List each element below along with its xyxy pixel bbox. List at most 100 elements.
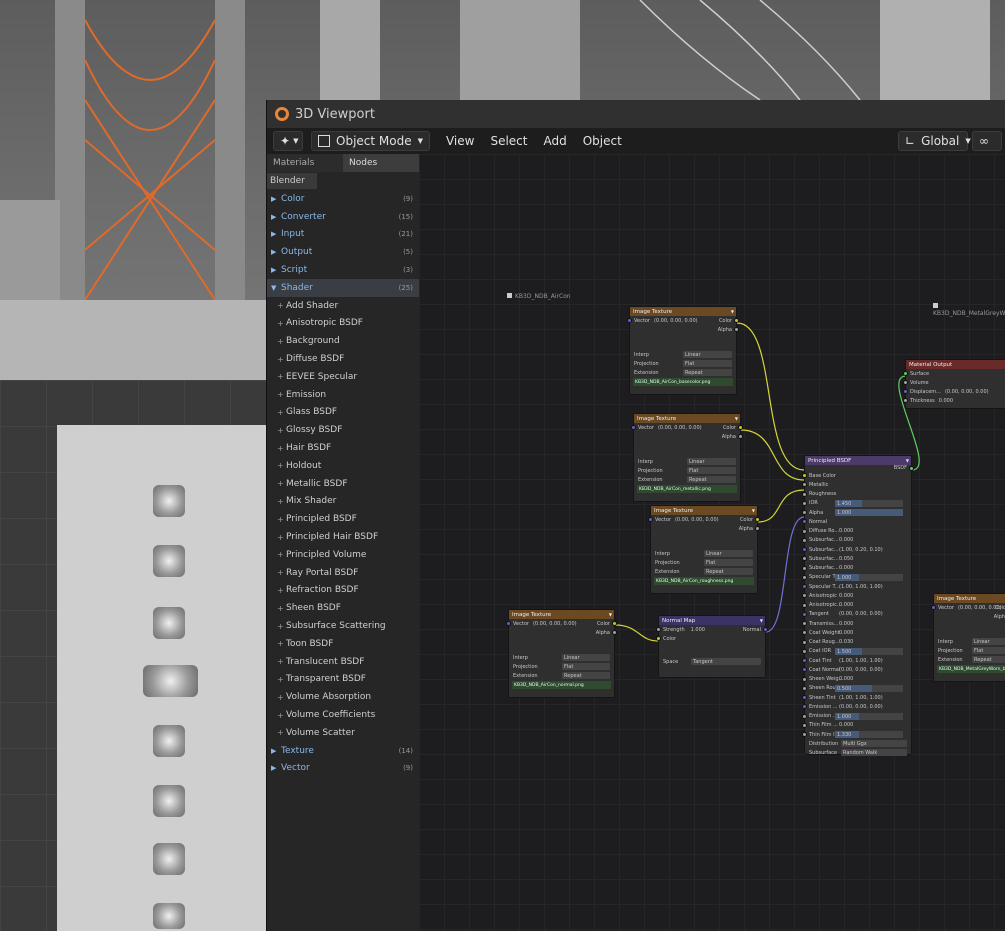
value-slider[interactable]: 1.330 — [835, 731, 903, 739]
value-slider[interactable]: 0.500 — [835, 684, 903, 692]
category-script[interactable]: ▶ Script (3) — [267, 261, 419, 279]
output-socket[interactable] — [612, 621, 617, 626]
shader-item[interactable]: + Diffuse BSDF — [267, 350, 419, 368]
image-file-name[interactable]: KB3D_NDB_AirCon_roughness.png — [654, 577, 754, 585]
shader-item[interactable]: + Volume Absorption — [267, 688, 419, 706]
dropdown-field[interactable]: Repeat — [687, 476, 736, 483]
shader-item[interactable]: + Translucent BSDF — [267, 653, 419, 671]
image-file-name[interactable]: KB3D_NDB_AirCon_normal.png — [512, 681, 611, 689]
shader-item[interactable]: + Anisotropic BSDF — [267, 315, 419, 333]
output-socket[interactable] — [738, 434, 743, 439]
input-socket[interactable] — [802, 500, 807, 506]
input-socket[interactable] — [802, 630, 807, 636]
value-slider[interactable]: 1.000 — [835, 509, 903, 517]
dropdown-field[interactable]: Linear — [972, 638, 1005, 645]
normal-map-node[interactable]: Normal Map ▼ Strength 1.000 Normal Color… — [656, 615, 768, 678]
input-socket[interactable] — [802, 537, 807, 543]
shader-item[interactable]: + Toon BSDF — [267, 635, 419, 653]
input-socket[interactable] — [802, 658, 807, 663]
shader-item[interactable]: + Add Shader — [267, 297, 419, 315]
row-value[interactable]: (1.00, 1.00, 1.00) — [839, 584, 883, 590]
row-value[interactable]: (1.00, 1.00, 1.00) — [839, 658, 883, 664]
shader-item[interactable]: + Background — [267, 332, 419, 350]
category-output[interactable]: ▶ Output (5) — [267, 243, 419, 261]
image-texture-node[interactable]: Image Texture▼Vector(0.00, 0.00, 0.00)Co… — [506, 609, 617, 698]
input-socket[interactable] — [656, 636, 661, 641]
dropdown-field[interactable]: Flat — [687, 467, 736, 474]
input-socket[interactable] — [802, 713, 807, 719]
input-socket[interactable] — [802, 722, 807, 728]
input-socket[interactable] — [802, 519, 807, 525]
pivot-dropdown[interactable]: ∞ — [972, 131, 1002, 151]
image-file-name[interactable]: KB3D_NDB_AirCon_metallic.png — [637, 485, 737, 493]
category-color[interactable]: ▶ Color (9) — [267, 190, 419, 208]
input-socket[interactable] — [903, 371, 908, 376]
dropdown-field[interactable]: Repeat — [683, 369, 732, 376]
input-socket[interactable] — [903, 398, 908, 403]
image-texture-node[interactable]: Image Texture▼Vector(0.00, 0.00, 0.00)Co… — [648, 505, 760, 594]
input-socket[interactable] — [648, 517, 653, 522]
output-socket[interactable] — [738, 425, 743, 430]
input-socket[interactable] — [506, 621, 511, 626]
dropdown-field[interactable]: Linear — [687, 458, 736, 465]
value-slider[interactable]: 1.500 — [835, 647, 903, 655]
dropdown-field[interactable]: Repeat — [562, 672, 610, 679]
input-socket[interactable] — [802, 528, 807, 534]
asset-thumbnail[interactable] — [153, 607, 185, 639]
row-value[interactable]: 0.000 — [839, 602, 853, 608]
input-socket[interactable] — [802, 565, 807, 571]
dropdown-field[interactable]: Flat — [972, 647, 1005, 654]
output-socket[interactable] — [763, 627, 768, 632]
row-value[interactable]: (0.00, 0.00, 0.00) — [839, 704, 883, 710]
dropdown-field[interactable]: Flat — [704, 559, 753, 566]
input-socket[interactable] — [802, 547, 807, 552]
input-socket[interactable] — [931, 605, 936, 610]
asset-thumbnail[interactable] — [153, 485, 185, 517]
output-socket[interactable] — [612, 630, 617, 635]
input-socket[interactable] — [802, 695, 807, 700]
value-slider[interactable]: 1.000 — [835, 712, 903, 720]
input-socket[interactable] — [656, 627, 661, 632]
node-canvas[interactable]: KB3D_NDB_AirCon KB3D_NDB_MetalGreyW Imag… — [419, 154, 1005, 931]
value-slider[interactable]: 1.450 — [835, 499, 903, 507]
input-socket[interactable] — [631, 425, 636, 430]
row-value[interactable]: 0.000 — [839, 630, 853, 636]
category-shader[interactable]: ▼ Shader (25) — [267, 278, 419, 297]
input-socket[interactable] — [802, 574, 807, 580]
row-value[interactable]: 0.000 — [839, 621, 853, 627]
principled-bsdf-node[interactable]: Principled BSDF ▼ BSDF Base Color Metalli… — [802, 455, 914, 757]
input-socket[interactable] — [802, 685, 807, 691]
dropdown-field[interactable]: Flat — [562, 663, 610, 670]
dropdown-field[interactable]: Repeat — [704, 568, 753, 575]
asset-thumbnail[interactable] — [153, 785, 185, 817]
input-socket[interactable] — [802, 510, 807, 515]
row-value[interactable]: 0.030 — [839, 639, 853, 645]
row-value[interactable]: 0.000 — [839, 528, 853, 534]
image-file-name[interactable]: KB3D_NDB_MetalGreyWorn_b — [937, 665, 1005, 673]
shader-item[interactable]: + Principled Volume — [267, 546, 419, 564]
dropdown-field[interactable]: Linear — [704, 550, 753, 557]
input-socket[interactable] — [802, 491, 807, 497]
row-value[interactable]: 1.000 — [691, 627, 705, 633]
input-socket[interactable] — [802, 602, 807, 608]
category-texture[interactable]: ▶ Texture (14) — [267, 742, 419, 760]
window-titlebar[interactable]: 3D Viewport — [267, 100, 1005, 128]
space-dropdown[interactable]: Tangent — [691, 658, 761, 665]
asset-thumbnail[interactable] — [153, 843, 185, 875]
input-socket[interactable] — [627, 318, 632, 323]
input-socket[interactable] — [802, 639, 807, 645]
image-texture-node[interactable]: Image Texture▼Vector(0.00, 0.00, 0.00)Co… — [627, 306, 739, 395]
menu-view[interactable]: View — [440, 131, 480, 151]
image-file-name[interactable]: KB3D_NDB_AirCon_basecolor.png — [633, 378, 733, 386]
menu-object[interactable]: Object — [577, 131, 628, 151]
input-socket[interactable] — [802, 611, 807, 617]
shader-item[interactable]: + Holdout — [267, 457, 419, 475]
tab-nodes[interactable]: Nodes — [343, 154, 419, 172]
shader-item[interactable]: + Mix Shader — [267, 493, 419, 511]
value-slider[interactable]: 1.000 — [835, 573, 903, 581]
dropdown-field[interactable]: Repeat — [972, 656, 1005, 663]
source-button-blender[interactable]: Blender — [267, 173, 317, 189]
image-texture-node[interactable]: Image Texture▼Vector(0.00, 0.00, 0.00)Co… — [931, 593, 1005, 682]
input-socket[interactable] — [802, 704, 807, 710]
row-value[interactable]: 0.000 — [839, 676, 853, 682]
